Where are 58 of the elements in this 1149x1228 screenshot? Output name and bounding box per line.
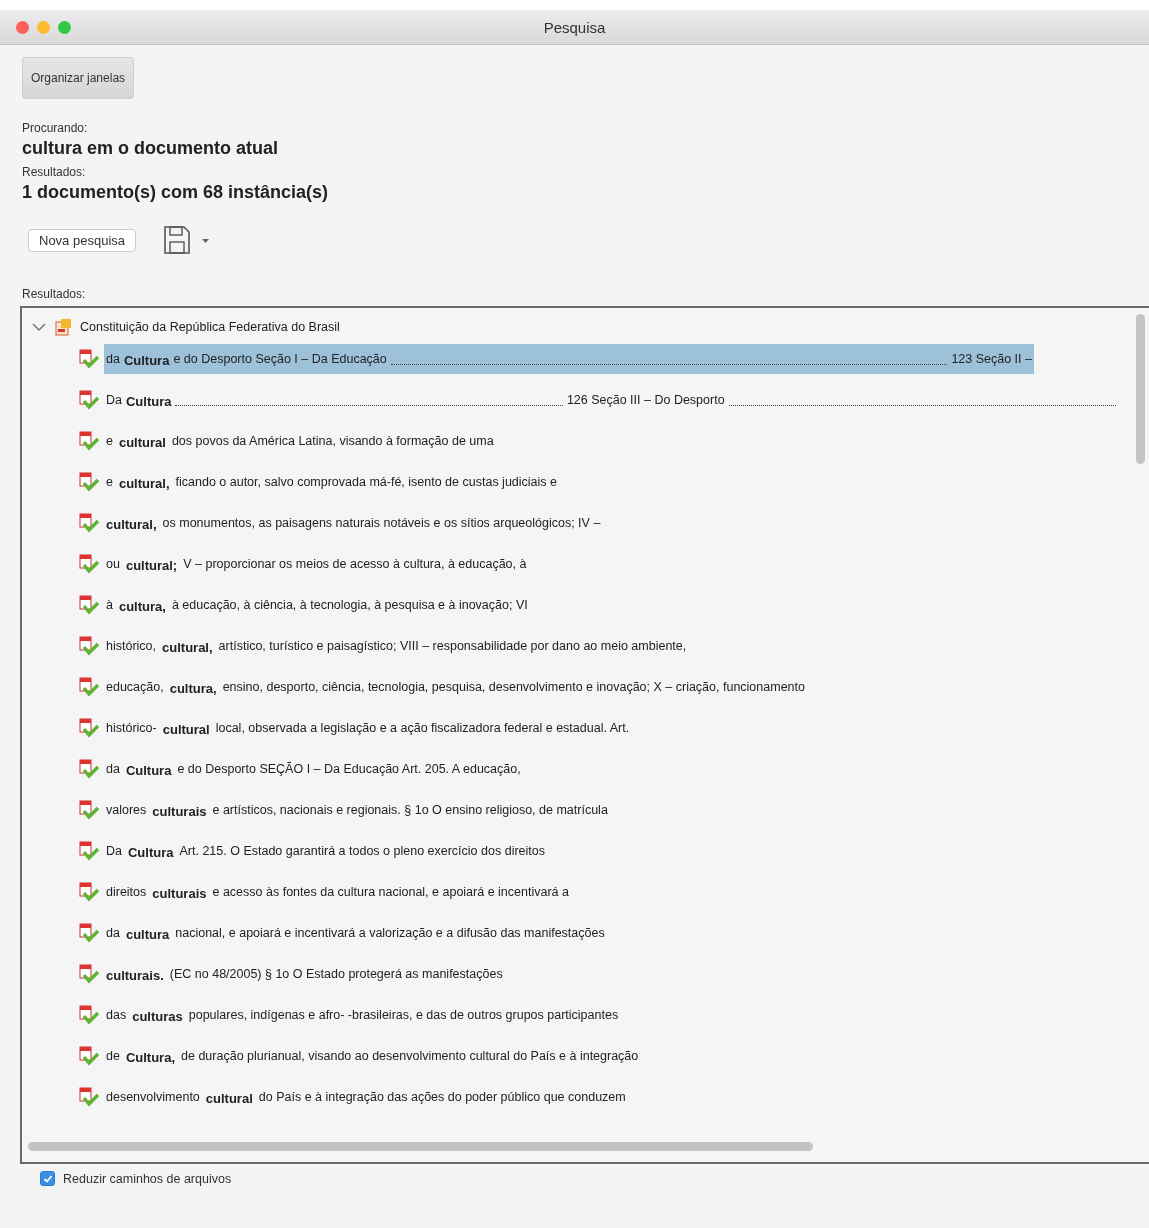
search-result-item[interactable]: cultural, os monumentos, as paisagens naturais notáveis e os sítios arqueológicos; IV – — [104, 507, 603, 538]
searching-label: Procurando: — [22, 121, 89, 135]
shorten-paths-label: Reduzir caminhos de arquivos — [63, 1171, 232, 1186]
search-result-item[interactable]: de Cultura, de duração plurianual, visando ao desenvolvimento cultural do País e à integração — [104, 1040, 641, 1071]
search-query: cultura em o documento atual — [22, 138, 280, 159]
pdf-check-icon — [78, 511, 100, 534]
disclosure-chevron-icon[interactable] — [32, 322, 46, 332]
search-result-item[interactable]: histórico- cultural local, observada a legislação e a ação fiscalizadora federal e estadual. Art. — [104, 712, 632, 743]
arrange-windows-button[interactable]: Organizar janelas — [22, 57, 135, 99]
vertical-scrollbar-thumb[interactable] — [1136, 314, 1145, 464]
search-result-item[interactable]: da cultura nacional, e apoiará e incentivará a valorização e a difusão das manifestações — [104, 917, 607, 948]
pdf-check-icon — [78, 962, 100, 985]
pdf-check-icon — [78, 1003, 100, 1026]
document-tree-item[interactable]: Constituição da República Federativa do Brasil — [80, 320, 340, 334]
results-label: Resultados: — [22, 165, 87, 179]
shorten-paths-checkbox[interactable] — [40, 1171, 55, 1186]
pdf-check-icon — [78, 921, 100, 944]
search-result-item[interactable]: à cultura, à educação, à ciência, à tecnologia, à pesquisa e à inovação; VI — [104, 589, 530, 620]
pdf-check-icon — [78, 388, 100, 411]
search-result-item[interactable]: e cultural, ficando o autor, salvo comprovada má-fé, isento de custas judiciais e — [104, 466, 559, 497]
search-result-item[interactable]: da Cultura e do Desporto Seção I – Da Educação 123 Seção II – — [104, 343, 1034, 374]
search-result-item[interactable]: das culturas populares, indígenas e afro- -brasileiras, e das de outros grupos participantes — [104, 999, 621, 1030]
pdf-check-icon — [78, 880, 100, 903]
search-result-item[interactable]: e cultural dos povos da América Latina, visando à formação de uma — [104, 425, 496, 456]
results-summary: 1 documento(s) com 68 instância(s) — [22, 182, 330, 203]
search-result-item[interactable]: educação, cultura, ensino, desporto, ciência, tecnologia, pesquisa, desenvolvimento e inovação; X – criação, funcionamento — [104, 671, 807, 702]
pdf-check-icon — [78, 757, 100, 780]
search-result-item[interactable]: Da Cultura Art. 215. O Estado garantirá a todos o pleno exercício dos direitos — [104, 835, 547, 866]
pdf-check-icon — [78, 593, 100, 616]
search-result-item[interactable]: histórico, cultural, artístico, turístico e paisagístico; VIII – responsabilidade por dano ao meio ambiente, — [104, 630, 689, 661]
pdf-check-icon — [78, 675, 100, 698]
new-search-button[interactable]: Nova pesquisa — [28, 228, 136, 252]
close-button[interactable] — [16, 20, 29, 34]
results-list-label: Resultados: — [22, 287, 87, 301]
checkmark-icon — [42, 1173, 53, 1184]
pdf-check-icon — [78, 347, 100, 370]
pdf-document-icon — [54, 318, 72, 336]
search-result-item[interactable]: desenvolvimento cultural do País e à integração das ações do poder público que conduzem — [104, 1081, 628, 1112]
search-result-item[interactable]: Da Cultura 126 Seção III – Do Desporto — [104, 384, 1118, 415]
window-title: Pesquisa — [543, 18, 606, 36]
search-result-item[interactable]: da Cultura e do Desporto SEÇÃO I – Da Educação Art. 205. A educação, — [104, 753, 523, 784]
save-dropdown-icon[interactable] — [162, 225, 210, 255]
search-result-item[interactable]: valores culturais e artísticos, nacionais e regionais. § 1o O ensino religioso, de matrícula — [104, 794, 610, 825]
pdf-check-icon — [78, 634, 100, 657]
minimize-button[interactable] — [37, 20, 50, 34]
zoom-button[interactable] — [58, 20, 71, 34]
pdf-check-icon — [78, 1044, 100, 1067]
pdf-check-icon — [78, 1085, 100, 1108]
search-result-item[interactable]: culturais. (EC no 48/2005) § 1o O Estado protegerá as manifestações — [104, 958, 505, 989]
pdf-check-icon — [78, 552, 100, 575]
pdf-check-icon — [78, 839, 100, 862]
horizontal-scrollbar-thumb[interactable] — [28, 1142, 813, 1151]
pdf-check-icon — [78, 429, 100, 452]
pdf-check-icon — [78, 716, 100, 739]
pdf-check-icon — [78, 470, 100, 493]
pdf-check-icon — [78, 798, 100, 821]
search-result-item[interactable]: ou cultural; V – proporcionar os meios de acesso à cultura, à educação, à — [104, 548, 529, 579]
search-result-item[interactable]: direitos culturais e acesso às fontes da cultura nacional, e apoiará e incentivará a — [104, 876, 571, 907]
